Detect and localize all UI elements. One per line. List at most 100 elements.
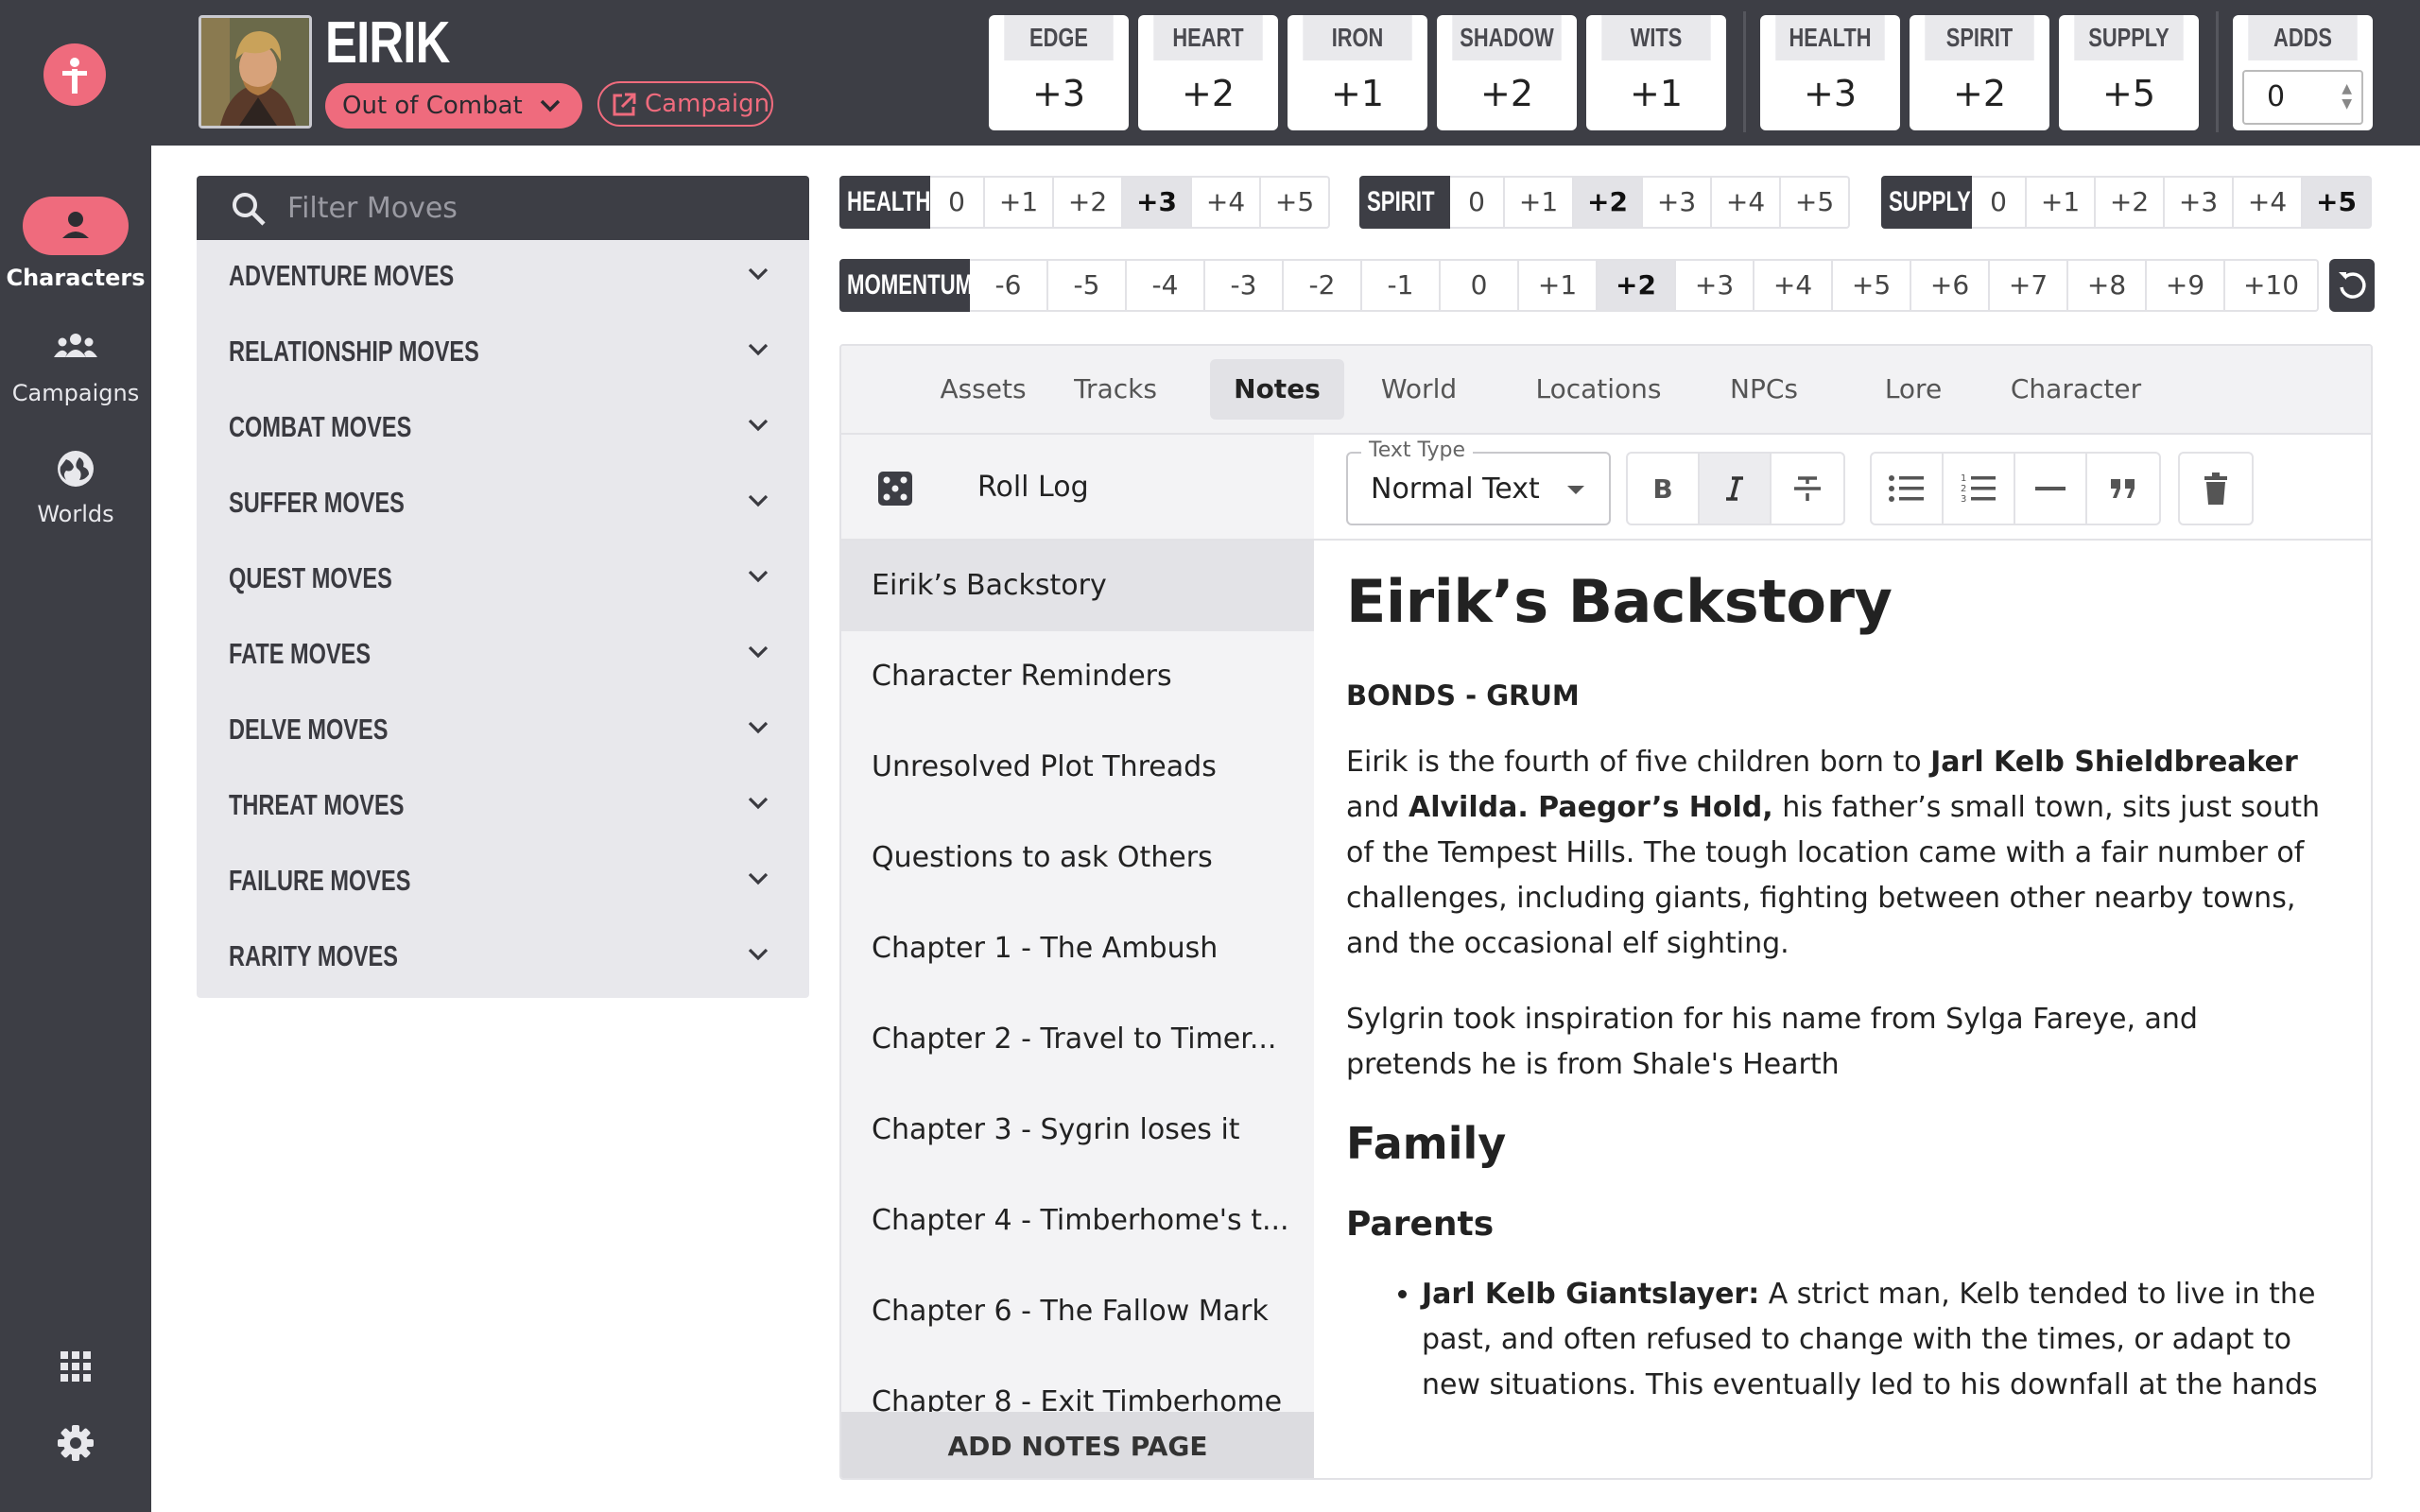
stat-heart[interactable]: HEART +2 bbox=[1138, 15, 1278, 130]
notes-page-item[interactable]: Unresolved Plot Threads bbox=[841, 722, 1314, 813]
move-category-row[interactable]: DELVE MOVES bbox=[197, 694, 809, 769]
filter-moves-input[interactable] bbox=[287, 185, 760, 231]
bullet-list-button[interactable] bbox=[1872, 454, 1944, 524]
supply-track-option[interactable]: 0 bbox=[1972, 176, 2027, 229]
nav-characters[interactable]: Characters bbox=[0, 197, 151, 291]
momentum-track-option[interactable]: +3 bbox=[1676, 259, 1754, 312]
nav-campaigns[interactable]: Campaigns bbox=[0, 331, 151, 406]
notes-page-item[interactable]: Questions to ask Others bbox=[841, 813, 1314, 903]
momentum-track-option[interactable]: +1 bbox=[1519, 259, 1598, 312]
italic-button[interactable] bbox=[1700, 454, 1772, 524]
settings-button[interactable] bbox=[0, 1423, 151, 1463]
nav-worlds[interactable]: Worlds bbox=[0, 448, 151, 527]
tab-character[interactable]: Character bbox=[1981, 359, 2170, 420]
notes-page-item[interactable]: Eirik’s Backstory bbox=[841, 541, 1314, 631]
move-category-row[interactable]: RARITY MOVES bbox=[197, 920, 809, 996]
notes-page-item[interactable]: Chapter 1 - The Ambush bbox=[841, 903, 1314, 994]
notes-page-item[interactable]: Chapter 6 - The Fallow Mark bbox=[841, 1266, 1314, 1357]
bold-button[interactable]: B bbox=[1628, 454, 1700, 524]
stat-edge[interactable]: EDGE +3 bbox=[989, 15, 1129, 130]
tab-lore[interactable]: Lore bbox=[1847, 359, 1979, 420]
stat-shadow[interactable]: SHADOW +2 bbox=[1437, 15, 1577, 130]
momentum-track-option[interactable]: -6 bbox=[970, 259, 1048, 312]
health-track-option[interactable]: +1 bbox=[985, 176, 1054, 229]
momentum-track-option[interactable]: +4 bbox=[1754, 259, 1833, 312]
move-category-row[interactable]: FATE MOVES bbox=[197, 618, 809, 694]
spirit-track-option[interactable]: +2 bbox=[1574, 176, 1643, 229]
move-category-row[interactable]: QUEST MOVES bbox=[197, 542, 809, 618]
spirit-track-option[interactable]: +5 bbox=[1781, 176, 1850, 229]
stat-iron[interactable]: IRON +1 bbox=[1288, 15, 1427, 130]
tab-assets[interactable]: Assets bbox=[917, 359, 1049, 420]
meter-supply[interactable]: SUPPLY +5 bbox=[2059, 15, 2199, 130]
roll-log-item[interactable]: Roll Log bbox=[841, 435, 1314, 541]
supply-track-option[interactable]: +2 bbox=[2096, 176, 2165, 229]
horizontal-rule-button[interactable] bbox=[2015, 454, 2087, 524]
blockquote-button[interactable] bbox=[2087, 454, 2159, 524]
tab-tracks[interactable]: Tracks bbox=[1049, 359, 1182, 420]
group-icon bbox=[54, 334, 97, 357]
momentum-track-option[interactable]: +5 bbox=[1833, 259, 1911, 312]
numbered-list-button[interactable]: 123 bbox=[1944, 454, 2015, 524]
move-category-row[interactable]: THREAT MOVES bbox=[197, 769, 809, 845]
strikethrough-button[interactable] bbox=[1772, 454, 1843, 524]
move-category-row[interactable]: ADVENTURE MOVES bbox=[197, 240, 809, 316]
notes-page-item[interactable]: Chapter 2 - Travel to Timer... bbox=[841, 994, 1314, 1085]
momentum-track-option[interactable]: -4 bbox=[1127, 259, 1205, 312]
move-category-row[interactable]: RELATIONSHIP MOVES bbox=[197, 316, 809, 391]
momentum-track-option[interactable]: -3 bbox=[1205, 259, 1284, 312]
spirit-track-option[interactable]: +1 bbox=[1505, 176, 1574, 229]
svg-text:1: 1 bbox=[1961, 473, 1966, 484]
momentum-track-option[interactable]: +6 bbox=[1911, 259, 1990, 312]
momentum-track-option[interactable]: -1 bbox=[1362, 259, 1441, 312]
supply-track-option[interactable]: +3 bbox=[2165, 176, 2234, 229]
health-track-option[interactable]: +3 bbox=[1123, 176, 1192, 229]
health-track-option[interactable]: +2 bbox=[1054, 176, 1123, 229]
supply-track-option[interactable]: +4 bbox=[2234, 176, 2303, 229]
text-type-select[interactable]: Text Type Normal Text bbox=[1346, 438, 1611, 525]
momentum-track-option[interactable]: +7 bbox=[1990, 259, 2068, 312]
note-document[interactable]: Eirik’s Backstory BONDS - GRUM Eirik is … bbox=[1346, 567, 2329, 1408]
spirit-track-option[interactable]: +3 bbox=[1643, 176, 1712, 229]
health-track-option[interactable]: +4 bbox=[1192, 176, 1261, 229]
tab-notes[interactable]: Notes bbox=[1210, 359, 1344, 420]
health-track-option[interactable]: 0 bbox=[930, 176, 985, 229]
move-category-row[interactable]: COMBAT MOVES bbox=[197, 391, 809, 467]
add-notes-page-button[interactable]: ADD NOTES PAGE bbox=[841, 1412, 1314, 1478]
chevron-down-icon bbox=[748, 343, 769, 356]
tab-npcs[interactable]: NPCs bbox=[1698, 359, 1830, 420]
notes-page-item[interactable]: Chapter 4 - Timberhome's t... bbox=[841, 1176, 1314, 1266]
supply-track-option[interactable]: +1 bbox=[2027, 176, 2096, 229]
health-track-label: HEALTH bbox=[839, 176, 930, 229]
tab-world[interactable]: World bbox=[1354, 359, 1484, 420]
app-logo-icon[interactable] bbox=[43, 43, 106, 106]
supply-track-option[interactable]: +5 bbox=[2303, 176, 2372, 229]
tab-locations[interactable]: Locations bbox=[1507, 359, 1690, 420]
momentum-track-option[interactable]: 0 bbox=[1441, 259, 1519, 312]
move-category-row[interactable]: FAILURE MOVES bbox=[197, 845, 809, 920]
reset-momentum-button[interactable] bbox=[2329, 259, 2375, 312]
adds-input[interactable]: 0 ▲ ▼ bbox=[2242, 70, 2363, 125]
spirit-track-option[interactable]: 0 bbox=[1450, 176, 1505, 229]
spirit-track-option[interactable]: +4 bbox=[1712, 176, 1781, 229]
campaign-button[interactable]: Campaign bbox=[597, 81, 773, 127]
momentum-track-option[interactable]: +8 bbox=[2068, 259, 2147, 312]
delete-page-button[interactable] bbox=[2180, 454, 2252, 524]
momentum-track-option[interactable]: +2 bbox=[1598, 259, 1676, 312]
stat-wits[interactable]: WITS +1 bbox=[1586, 15, 1726, 130]
momentum-track-option[interactable]: +10 bbox=[2225, 259, 2319, 312]
apps-grid-button[interactable] bbox=[0, 1349, 151, 1383]
combat-state-dropdown[interactable]: Out of Combat bbox=[325, 83, 582, 129]
move-category-row[interactable]: SUFFER MOVES bbox=[197, 467, 809, 542]
momentum-track-option[interactable]: -2 bbox=[1284, 259, 1362, 312]
momentum-track-option[interactable]: -5 bbox=[1048, 259, 1127, 312]
meter-spirit[interactable]: SPIRIT +2 bbox=[1910, 15, 2049, 130]
meter-health[interactable]: HEALTH +3 bbox=[1760, 15, 1900, 130]
health-track-option[interactable]: +5 bbox=[1261, 176, 1330, 229]
family-heading: Family bbox=[1346, 1118, 1507, 1169]
notes-page-item[interactable]: Chapter 3 - Sygrin loses it bbox=[841, 1085, 1314, 1176]
momentum-track-option[interactable]: +9 bbox=[2147, 259, 2225, 312]
adds-spinner[interactable]: ▲ ▼ bbox=[2342, 81, 2352, 112]
character-portrait[interactable] bbox=[199, 15, 312, 129]
notes-page-item[interactable]: Character Reminders bbox=[841, 631, 1314, 722]
